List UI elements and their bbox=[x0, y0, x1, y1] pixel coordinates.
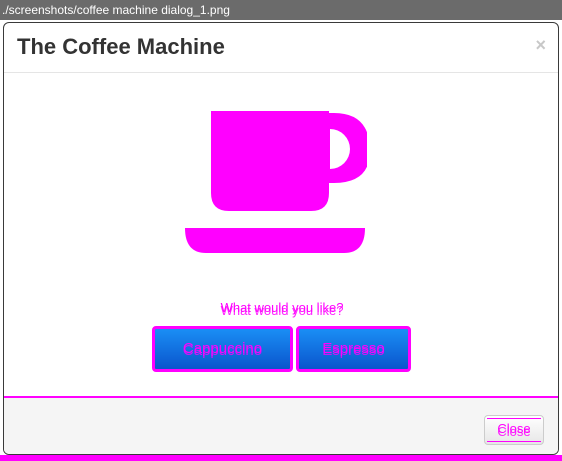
choice-buttons: Cappuccino Cappuccino Espresso Espresso bbox=[4, 326, 558, 374]
question-text: What would you like? What would you like… bbox=[4, 300, 558, 318]
espresso-label-ghost: Espresso bbox=[322, 342, 385, 359]
cappuccino-button[interactable]: Cappuccino Cappuccino bbox=[152, 326, 293, 372]
espresso-button[interactable]: Espresso Espresso bbox=[296, 326, 411, 372]
bottom-highlight-bar bbox=[0, 455, 562, 461]
cappuccino-label-ghost: Cappuccino bbox=[182, 342, 263, 359]
close-button[interactable]: Close Close bbox=[484, 415, 544, 445]
window-title: ./screenshots/coffee machine dialog_1.pn… bbox=[2, 3, 230, 17]
close-icon[interactable]: × bbox=[535, 36, 546, 54]
dialog-footer: Close Close bbox=[4, 398, 558, 454]
question-label-ghost: What would you like? bbox=[220, 303, 344, 318]
dialog-title: The Coffee Machine bbox=[17, 34, 225, 59]
window-titlebar: ./screenshots/coffee machine dialog_1.pn… bbox=[0, 0, 562, 20]
dialog-header: The Coffee Machine × bbox=[4, 23, 558, 73]
close-outline-bottom bbox=[487, 441, 541, 442]
coffee-machine-dialog: The Coffee Machine × What would you like… bbox=[3, 22, 559, 455]
coffee-cup-icon bbox=[184, 111, 370, 256]
